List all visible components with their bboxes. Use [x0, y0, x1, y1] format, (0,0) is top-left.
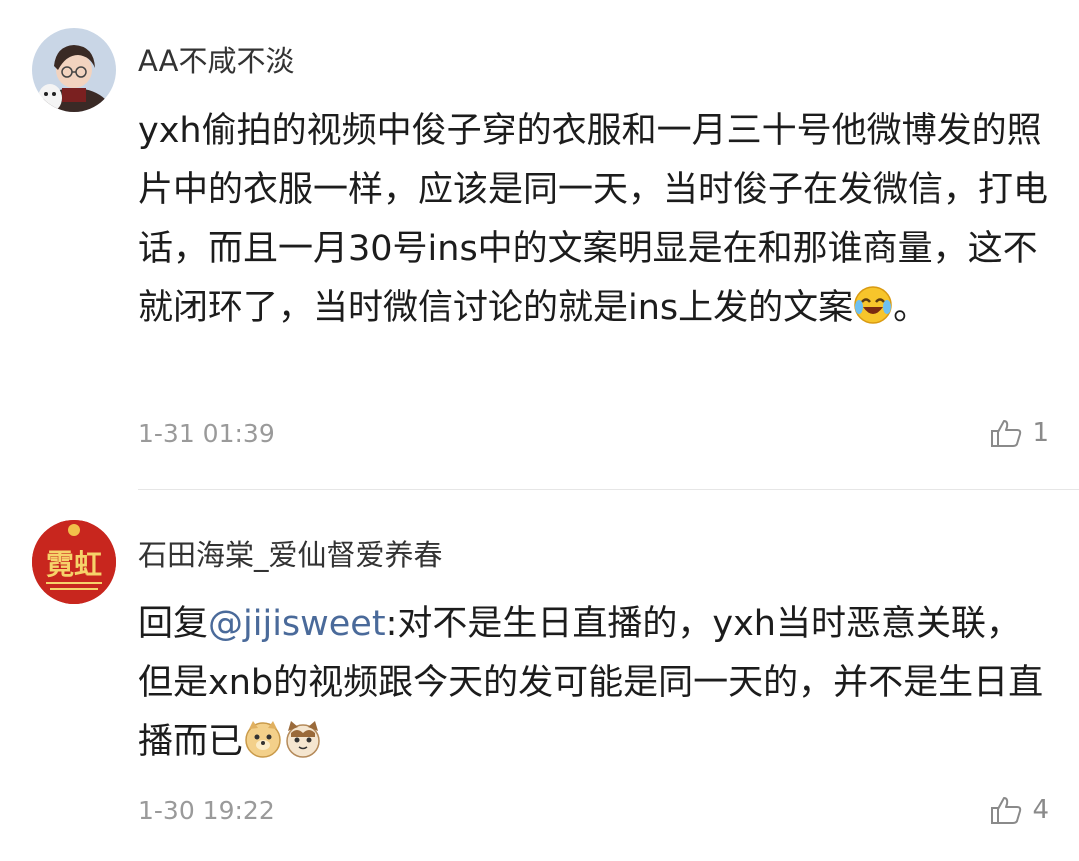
comment-text: 回复@jijisweet:对不是生日直播的，yxh当时恶意关联，但是xnb的视频… — [138, 595, 1053, 772]
thumbs-up-icon — [991, 797, 1022, 824]
like-count: 1 — [1032, 418, 1049, 448]
like-button[interactable]: 1 — [990, 418, 1049, 448]
comment-2: 霓虹 石田海棠_爱仙督爱养春 回复@jijisweet:对不是生日直播的，yxh… — [0, 490, 1079, 861]
avatar-text: 霓虹 — [46, 548, 102, 581]
comment-text: yxh偷拍的视频中俊子穿的衣服和一月三十号他微博发的照片中的衣服一样，应该是同一… — [138, 102, 1053, 338]
timestamp: 1-31 01:39 — [138, 419, 275, 448]
comment-text-end: 。 — [893, 288, 929, 328]
thumbs-up-icon — [991, 420, 1022, 447]
timestamp: 1-30 19:22 — [138, 796, 275, 825]
comment-1: AA不咸不淡 yxh偷拍的视频中俊子穿的衣服和一月三十号他微博发的照片中的衣服一… — [0, 0, 1079, 490]
avatar[interactable] — [32, 28, 116, 112]
avatar[interactable]: 霓虹 — [32, 520, 116, 604]
username[interactable]: 石田海棠_爱仙督爱养春 — [138, 532, 443, 574]
doge-emoji — [245, 721, 281, 758]
cat-emoji — [286, 721, 320, 758]
reply-prefix: 回复 — [138, 604, 209, 644]
like-button[interactable]: 4 — [990, 795, 1049, 825]
laugh-cry-emoji — [854, 286, 892, 324]
like-count: 4 — [1032, 795, 1049, 825]
mention-link[interactable]: @jijisweet — [208, 604, 386, 644]
username[interactable]: AA不咸不淡 — [138, 38, 294, 80]
